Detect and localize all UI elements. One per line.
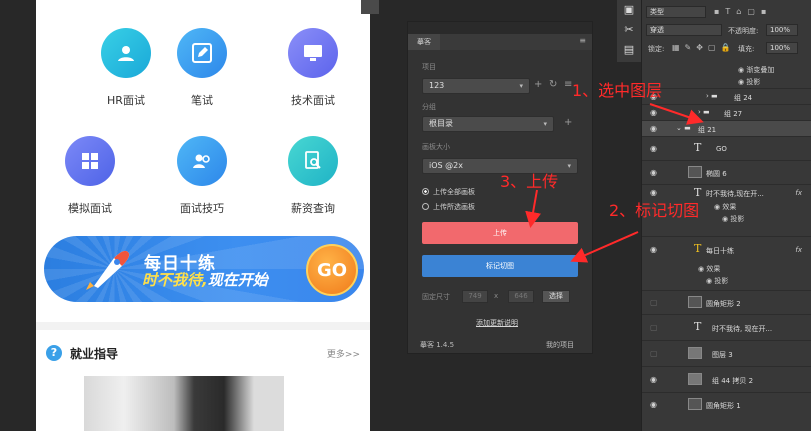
arrow-to-layer: [649, 103, 704, 125]
arrow-to-upload: [525, 189, 541, 228]
annotation-arrows: [525, 103, 704, 263]
arrow-to-mark: [570, 231, 639, 263]
